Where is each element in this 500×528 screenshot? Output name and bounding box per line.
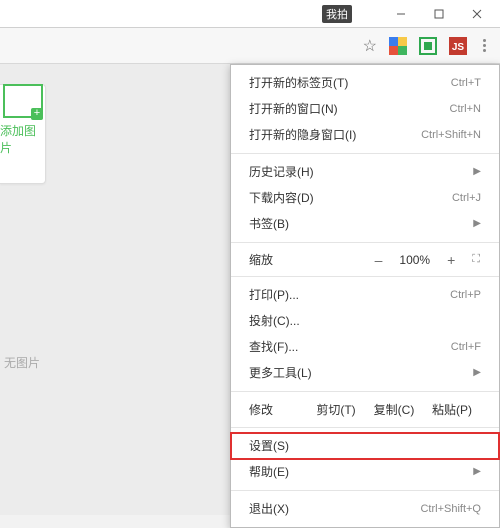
- extension-icon-2[interactable]: [419, 37, 437, 55]
- menu-separator: [231, 153, 499, 154]
- menu-item-help[interactable]: 帮助(E)▶: [231, 459, 499, 485]
- menu-separator: [231, 490, 499, 491]
- submenu-arrow-icon: ▶: [473, 464, 481, 480]
- menu-item-bookmarks[interactable]: 书签(B)▶: [231, 211, 499, 237]
- edit-paste-button[interactable]: 粘贴(P): [423, 401, 481, 418]
- extension-icon-1[interactable]: [389, 37, 407, 55]
- zoom-out-button[interactable]: –: [368, 252, 390, 268]
- chrome-menu-dropdown: 打开新的标签页(T)Ctrl+T 打开新的窗口(N)Ctrl+N 打开新的隐身窗…: [230, 64, 500, 528]
- menu-item-history[interactable]: 历史记录(H)▶: [231, 159, 499, 185]
- edit-copy-button[interactable]: 复制(C): [365, 401, 423, 418]
- menu-separator: [231, 391, 499, 392]
- submenu-arrow-icon: ▶: [473, 164, 481, 180]
- menu-item-print[interactable]: 打印(P)...Ctrl+P: [231, 282, 499, 308]
- menu-item-more-tools[interactable]: 更多工具(L)▶: [231, 360, 499, 386]
- fullscreen-icon[interactable]: ⛶: [472, 253, 481, 266]
- svg-text:JS: JS: [452, 42, 465, 53]
- menu-separator: [231, 427, 499, 428]
- minimize-button[interactable]: [382, 2, 420, 26]
- extension-icon-3[interactable]: JS: [449, 37, 467, 55]
- menu-item-new-tab[interactable]: 打开新的标签页(T)Ctrl+T: [231, 70, 499, 96]
- menu-item-settings[interactable]: 设置(S): [231, 433, 499, 459]
- no-image-text: 无图片: [4, 354, 40, 371]
- image-plus-icon: [3, 84, 43, 118]
- add-image-button[interactable]: 添加图片: [0, 84, 46, 156]
- menu-separator: [231, 276, 499, 277]
- bookmark-star-icon[interactable]: ☆: [363, 36, 377, 56]
- menu-item-exit[interactable]: 退出(X)Ctrl+Shift+Q: [231, 496, 499, 522]
- menu-item-cast[interactable]: 投射(C)...: [231, 308, 499, 334]
- browser-toolbar: ☆ JS: [0, 28, 500, 64]
- submenu-arrow-icon: ▶: [473, 365, 481, 381]
- menu-separator: [231, 242, 499, 243]
- menu-item-downloads[interactable]: 下载内容(D)Ctrl+J: [231, 185, 499, 211]
- maximize-button[interactable]: [420, 2, 458, 26]
- chrome-menu-button[interactable]: [479, 35, 490, 56]
- menu-item-zoom: 缩放 – 100% + ⛶: [231, 248, 499, 271]
- zoom-value: 100%: [393, 253, 436, 267]
- window-titlebar: 我拍: [0, 0, 500, 28]
- title-badge: 我拍: [322, 5, 352, 23]
- menu-item-find[interactable]: 查找(F)...Ctrl+F: [231, 334, 499, 360]
- close-button[interactable]: [458, 2, 496, 26]
- zoom-in-button[interactable]: +: [440, 252, 462, 268]
- menu-item-new-window[interactable]: 打开新的窗口(N)Ctrl+N: [231, 96, 499, 122]
- menu-item-edit-row: 修改 剪切(T) 复制(C) 粘贴(P): [231, 397, 499, 422]
- add-image-label: 添加图片: [0, 122, 46, 156]
- submenu-arrow-icon: ▶: [473, 216, 481, 232]
- edit-cut-button[interactable]: 剪切(T): [307, 401, 365, 418]
- menu-item-new-incognito[interactable]: 打开新的隐身窗口(I)Ctrl+Shift+N: [231, 122, 499, 148]
- page-content: 添加图片 无图片 打开新的标签页(T)Ctrl+T 打开新的窗口(N)Ctrl+…: [0, 64, 500, 515]
